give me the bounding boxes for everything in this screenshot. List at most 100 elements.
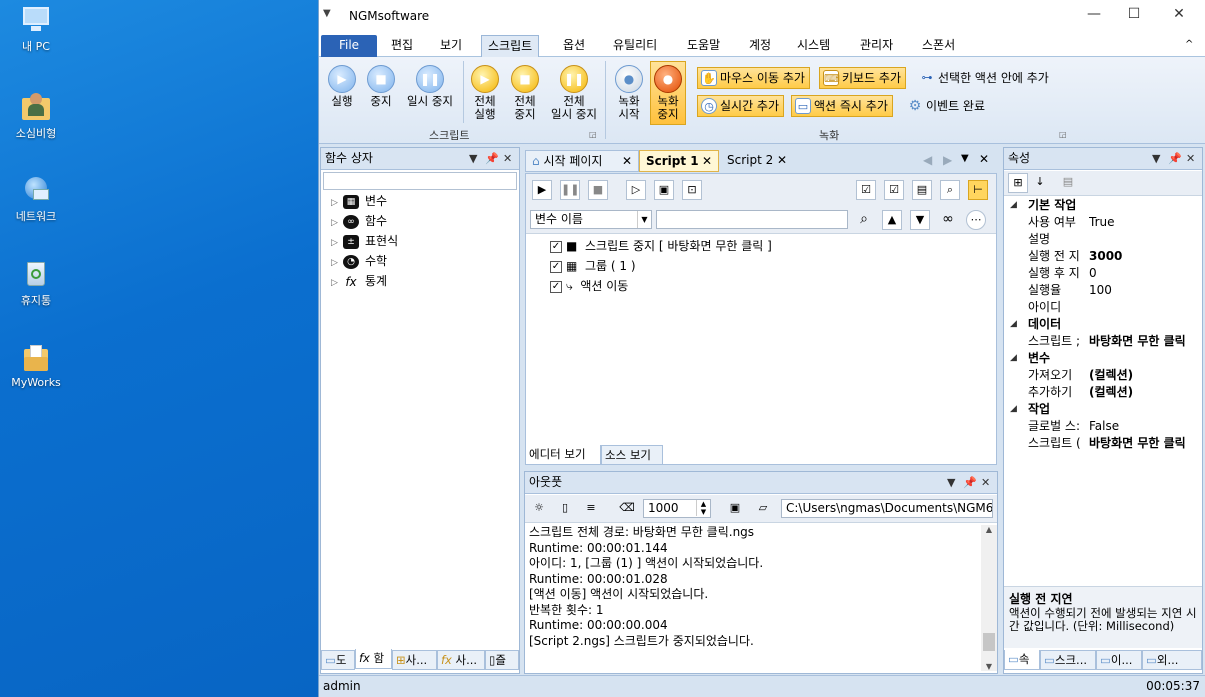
function-search-input[interactable] (323, 172, 517, 190)
bottom-tab-toolbox[interactable]: ▭도 (321, 650, 355, 670)
tab-options[interactable]: 옵션 (557, 35, 591, 57)
bottom-tab-external[interactable]: ▭외... (1142, 650, 1202, 670)
editor-play-icon[interactable]: ▶ (532, 180, 552, 200)
panel-close-icon[interactable]: ✕ (981, 472, 990, 493)
find-icon[interactable]: ⌕ (940, 180, 960, 200)
tree-item-variable[interactable]: ▷ ▦ 변수 (331, 192, 387, 210)
maximize-button[interactable]: ☐ (1119, 6, 1149, 22)
record-start-button[interactable]: ● 녹화 시작 (613, 65, 645, 121)
run-button[interactable]: ▶ 실행 (327, 65, 357, 108)
tab-system[interactable]: 시스템 (791, 35, 836, 57)
move-down-icon[interactable]: ▼ (910, 210, 930, 230)
doc-tab-script-2[interactable]: Script 2 ✕ (721, 150, 793, 172)
action-row[interactable]: ✓ ▦ 그룹 ( 1 ) (550, 256, 636, 276)
add-immediate-button[interactable]: ▭ 액션 즉시 추가 (791, 95, 893, 117)
prop-row[interactable]: 글로벌 스: False (1004, 418, 1200, 435)
tab-script[interactable]: 스크립트 (481, 35, 540, 58)
editor-search-input[interactable] (656, 210, 848, 229)
stop-button[interactable]: ■ 중지 (366, 65, 396, 108)
pin-icon[interactable]: 📌 (1168, 148, 1182, 169)
add-keyboard-button[interactable]: ⌨ 키보드 추가 (819, 67, 907, 89)
sort-az-icon[interactable]: ↓ (1030, 173, 1050, 193)
group-dialog-launcher-icon[interactable]: ◲ (1059, 130, 1067, 139)
delete-icon[interactable]: ▤ (912, 180, 932, 200)
pin-icon[interactable]: 📌 (963, 472, 977, 493)
bottom-tab-properties[interactable]: ▭속 (1004, 650, 1040, 670)
scroll-right-icon[interactable]: ▶ (943, 153, 952, 167)
panel-dropdown-icon[interactable]: ▼ (469, 148, 477, 169)
output-scrollbar[interactable]: ▲ ▼ (981, 525, 997, 671)
move-up-icon[interactable]: ▲ (882, 210, 902, 230)
tab-help[interactable]: 도움말 (681, 35, 726, 57)
close-button[interactable]: ✕ (1164, 6, 1194, 22)
prop-row[interactable]: 스크립트 (바탕화면 무한 클릭 (1004, 435, 1200, 452)
bottom-tab-function[interactable]: fx 함 (355, 649, 392, 669)
group-dialog-launcher-icon[interactable]: ◲ (589, 130, 597, 139)
panel-dropdown-icon[interactable]: ▼ (947, 472, 955, 493)
doc-list-icon[interactable]: ▼ (961, 153, 969, 164)
stop-all-button[interactable]: ■ 전체 중지 (509, 65, 541, 121)
add-realtime-button[interactable]: ◷ 실시간 추가 (697, 95, 785, 117)
tab-utility[interactable]: 유틸리티 (607, 35, 663, 57)
desktop-icon-network[interactable]: 네트워크 (5, 175, 67, 224)
prop-category[interactable]: ◢ 변수 (1004, 350, 1200, 367)
pause-all-button[interactable]: ❚❚ 전체 일시 중지 (546, 65, 602, 121)
doc-tab-start-page[interactable]: ⌂ 시작 페이지 ✕ (525, 150, 639, 172)
panel-close-icon[interactable]: ✕ (503, 148, 512, 169)
save-icon[interactable]: ▣ (725, 499, 745, 519)
scroll-left-icon[interactable]: ◀ (923, 153, 932, 167)
pin-icon[interactable]: 📌 (485, 148, 499, 169)
property-pages-icon[interactable]: ▤ (1058, 173, 1078, 193)
tree-item-math[interactable]: ▷ ◔ 수학 (331, 252, 387, 270)
desktop-icon-myworks[interactable]: MyWorks (5, 343, 67, 389)
editor-stop-icon[interactable]: ■ (588, 180, 608, 200)
tree-view-icon[interactable]: ⊢ (968, 180, 988, 200)
prop-row[interactable]: 추가하기 (컬렉션) (1004, 384, 1200, 401)
loop-icon[interactable]: ∞ (938, 210, 958, 230)
tab-account[interactable]: 계정 (743, 35, 777, 57)
variable-select[interactable]: 변수 이름 ▼ (530, 210, 652, 229)
desktop-icon-user[interactable]: 소심비형 (5, 92, 67, 141)
tree-item-expression[interactable]: ▷ ± 표현식 (331, 232, 398, 250)
pause-button[interactable]: ❚❚ 일시 중지 (402, 65, 458, 108)
event-done-button[interactable]: ⚙ 이벤트 완료 (903, 95, 990, 117)
prop-row[interactable]: 아이디 (1004, 299, 1200, 316)
open-folder-icon[interactable]: ▱ (753, 499, 773, 519)
desktop-icon-this-pc[interactable]: 내 PC (5, 5, 67, 54)
search-icon[interactable]: ⌕ (854, 210, 874, 230)
eraser-icon[interactable]: ⌫ (617, 499, 637, 519)
window-menu-button[interactable]: ▼ (323, 8, 331, 19)
tab-file[interactable]: File (321, 35, 377, 57)
tree-item-function[interactable]: ▷ ∞ 함수 (331, 212, 387, 230)
minimize-button[interactable]: — (1079, 6, 1109, 22)
bottom-tab-image[interactable]: ▭이... (1096, 650, 1142, 670)
lines-icon[interactable]: ≡ (581, 499, 601, 519)
editor-pause-icon[interactable]: ❚❚ (560, 180, 580, 200)
step-play-icon[interactable]: ▷ (626, 180, 646, 200)
play-selected-icon[interactable]: ▣ (654, 180, 674, 200)
add-mouse-move-button[interactable]: ✋ 마우스 이동 추가 (697, 67, 810, 89)
bottom-tab-user-func[interactable]: fx 사... (437, 650, 485, 670)
tab-edit[interactable]: 편집 (385, 35, 419, 57)
play-from-icon[interactable]: ⊡ (682, 180, 702, 200)
bottom-tab-favorites[interactable]: ▯즐 (485, 650, 519, 670)
prop-row[interactable]: 스크립트 ; 바탕화면 무한 클릭 (1004, 333, 1200, 350)
doc-close-icon[interactable]: ✕ (979, 152, 989, 166)
checkbox[interactable]: ✓ (550, 280, 562, 293)
tab-editor-view[interactable]: 에디터 보기 (525, 445, 601, 465)
panel-close-icon[interactable]: ✕ (1186, 148, 1195, 169)
page-settings-icon[interactable]: ▯ (555, 499, 575, 519)
record-stop-button[interactable]: ● 녹화 중지 (650, 61, 686, 125)
action-row[interactable]: ✓ ■ 스크립트 중지 [ 바탕화면 무한 클릭 ] (550, 236, 772, 256)
prop-row[interactable]: 실행 전 지 3000 (1004, 248, 1200, 265)
prop-category[interactable]: ◢ 데이터 (1004, 316, 1200, 333)
ribbon-collapse-icon[interactable]: ^ (1179, 35, 1199, 57)
doc-tab-script-1[interactable]: Script 1 ✕ (639, 150, 719, 172)
checkbox[interactable]: ✓ (550, 260, 562, 273)
run-all-button[interactable]: ▶ 전체 실행 (469, 65, 501, 121)
tree-item-statistics[interactable]: ▷ fx 통계 (331, 272, 387, 290)
check-icon[interactable]: ☑ (884, 180, 904, 200)
prop-category[interactable]: ◢ 작업 (1004, 401, 1200, 418)
prop-row[interactable]: 설명 (1004, 231, 1200, 248)
action-row[interactable]: ✓ ⤷ 액션 이동 (550, 276, 628, 296)
